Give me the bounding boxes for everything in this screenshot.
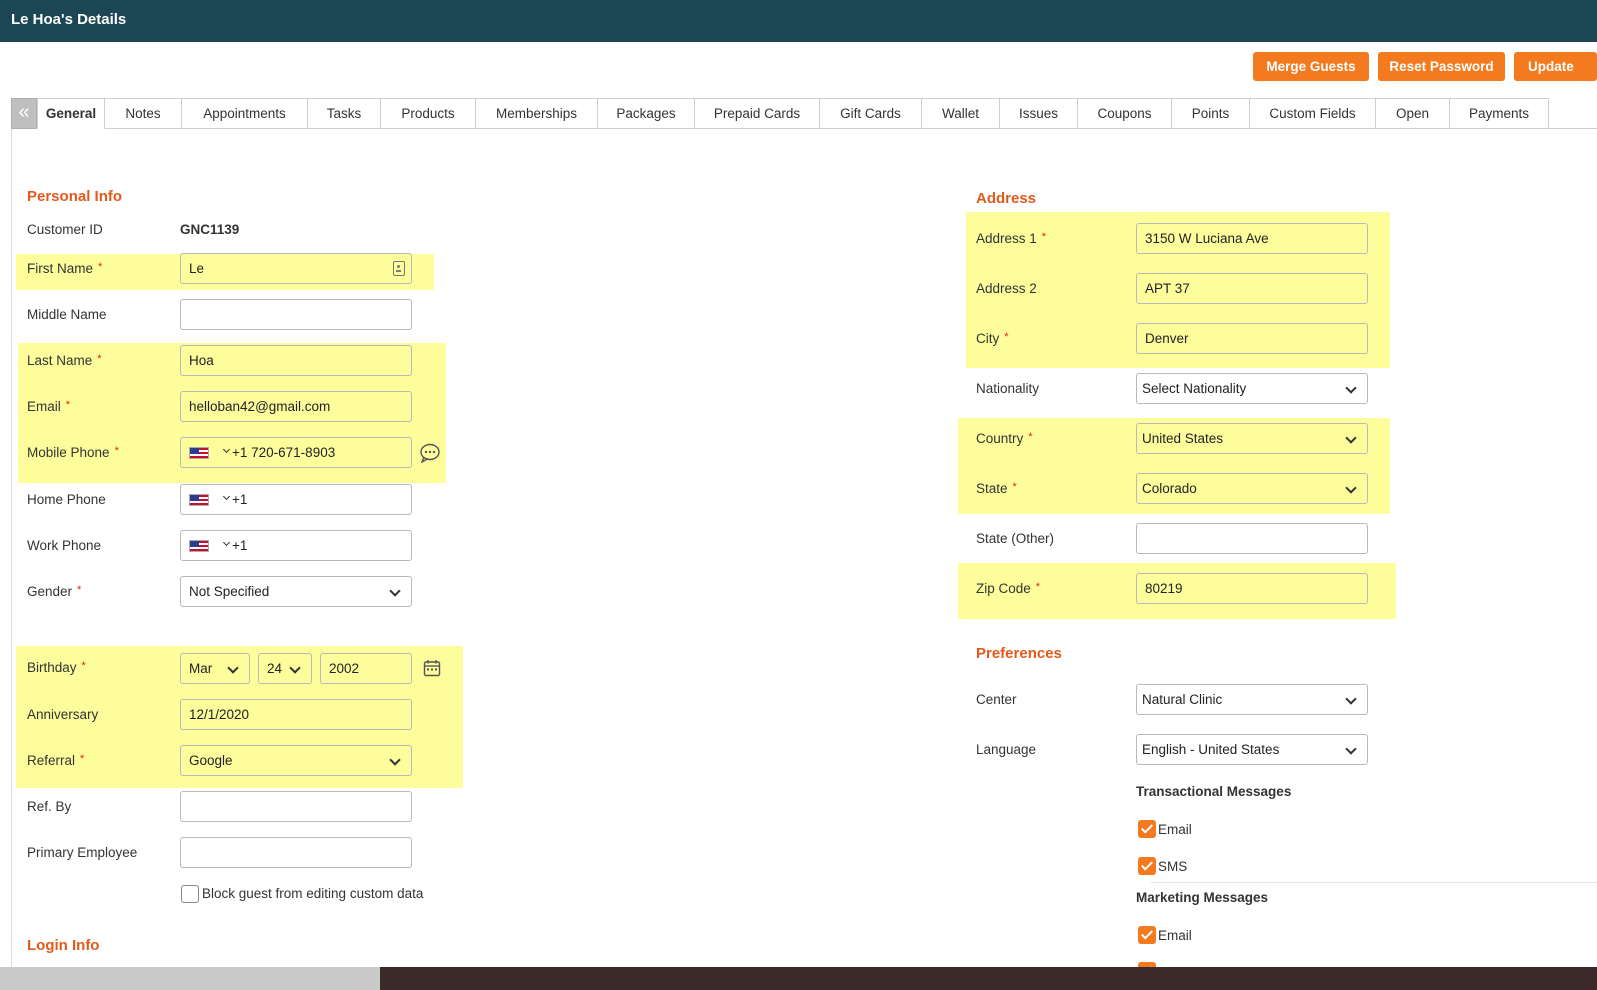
mobile-phone-label: Mobile Phone * <box>27 445 119 460</box>
tab-coupons[interactable]: Coupons <box>1078 98 1172 129</box>
tab-bar: « General Notes Appointments Tasks Produ… <box>11 98 1597 129</box>
tab-prepaid-cards[interactable]: Prepaid Cards <box>695 98 820 129</box>
tab-wallet[interactable]: Wallet <box>922 98 1000 129</box>
marketing-email-label: Email <box>1158 928 1192 943</box>
divider <box>1150 882 1597 883</box>
address1-label: Address 1 * <box>976 231 1047 246</box>
us-flag-icon[interactable] <box>189 494 209 506</box>
tab-notes[interactable]: Notes <box>105 98 182 129</box>
birthday-label: Birthday * <box>27 660 86 675</box>
tab-open[interactable]: Open <box>1376 98 1450 129</box>
block-guest-checkbox[interactable] <box>181 885 199 903</box>
customer-id-label: Customer ID <box>27 222 103 237</box>
state-select[interactable]: Colorado <box>1136 473 1368 504</box>
transactional-email-checkbox[interactable] <box>1138 820 1156 838</box>
email-input[interactable]: helloban42@gmail.com <box>180 391 412 422</box>
marketing-messages-title: Marketing Messages <box>1136 890 1269 905</box>
country-select[interactable]: United States <box>1136 423 1368 454</box>
primary-employee-label: Primary Employee <box>27 845 138 860</box>
state-other-input[interactable] <box>1136 523 1368 554</box>
tab-packages[interactable]: Packages <box>598 98 695 129</box>
center-select[interactable]: Natural Clinic <box>1136 684 1368 715</box>
first-name-label: First Name * <box>27 261 103 276</box>
city-label: City * <box>976 331 1009 346</box>
address2-input[interactable]: APT 37 <box>1136 273 1368 304</box>
tab-gift-cards[interactable]: Gift Cards <box>820 98 922 129</box>
address1-input[interactable]: 3150 W Luciana Ave <box>1136 223 1368 254</box>
block-guest-label: Block guest from editing custom data <box>202 886 424 901</box>
tab-issues[interactable]: Issues <box>1000 98 1078 129</box>
transactional-messages-title: Transactional Messages <box>1136 784 1292 799</box>
merge-guests-button[interactable]: Merge Guests <box>1253 52 1369 81</box>
first-name-input[interactable]: Le <box>180 253 412 284</box>
last-name-input[interactable]: Hoa <box>180 345 412 376</box>
us-flag-icon[interactable] <box>189 447 209 459</box>
country-label: Country * <box>976 431 1033 446</box>
transactional-sms-label: SMS <box>1158 859 1188 874</box>
home-phone-label: Home Phone <box>27 492 106 507</box>
page-title: Le Hoa's Details <box>11 11 127 28</box>
preferences-title: Preferences <box>976 645 1062 662</box>
chevron-down-icon[interactable] <box>222 445 231 454</box>
state-other-label: State (Other) <box>976 531 1055 546</box>
zip-code-label: Zip Code * <box>976 581 1041 596</box>
middle-name-label: Middle Name <box>27 307 107 322</box>
tab-payments[interactable]: Payments <box>1450 98 1549 129</box>
tab-appointments[interactable]: Appointments <box>182 98 308 129</box>
personal-info-title: Personal Info <box>27 188 123 205</box>
work-phone-input[interactable]: +1 <box>180 530 412 561</box>
tab-general[interactable]: General <box>37 98 105 129</box>
zip-code-input[interactable]: 80219 <box>1136 573 1368 604</box>
transactional-email-label: Email <box>1158 822 1192 837</box>
home-phone-input[interactable]: +1 <box>180 484 412 515</box>
anniversary-input[interactable]: 12/1/2020 <box>180 699 412 730</box>
tab-points[interactable]: Points <box>1172 98 1250 129</box>
content-border <box>11 129 12 990</box>
state-label: State * <box>976 481 1017 496</box>
mobile-phone-input[interactable]: +1 720-671-8903 <box>180 437 412 468</box>
language-select[interactable]: English - United States <box>1136 734 1368 765</box>
city-input[interactable]: Denver <box>1136 323 1368 354</box>
top-bar: Le Hoa's Details <box>0 0 1597 42</box>
transactional-sms-checkbox[interactable] <box>1138 857 1156 875</box>
calendar-icon[interactable] <box>423 659 441 677</box>
referral-select[interactable]: Google <box>180 745 412 776</box>
gender-select[interactable]: Not Specified <box>180 576 412 607</box>
bottom-bar <box>0 967 1597 990</box>
work-phone-label: Work Phone <box>27 538 102 553</box>
primary-employee-input[interactable] <box>180 837 412 868</box>
referral-label: Referral * <box>27 753 85 768</box>
tab-memberships[interactable]: Memberships <box>476 98 598 129</box>
ref-by-input[interactable] <box>180 791 412 822</box>
birth-month-select[interactable]: Mar <box>180 653 250 684</box>
login-info-title: Login Info <box>27 937 100 954</box>
language-label: Language <box>976 742 1037 757</box>
nationality-label: Nationality <box>976 381 1040 396</box>
birth-day-select[interactable]: 24 <box>258 653 312 684</box>
last-name-label: Last Name * <box>27 353 102 368</box>
chevron-down-icon[interactable] <box>222 492 231 501</box>
us-flag-icon[interactable] <box>189 540 209 552</box>
collapse-icon[interactable]: « <box>11 98 37 129</box>
reset-password-button[interactable]: Reset Password <box>1378 52 1505 81</box>
chat-bubble-icon[interactable] <box>419 443 441 463</box>
update-button[interactable]: Update <box>1514 52 1597 81</box>
anniversary-label: Anniversary <box>27 707 99 722</box>
marketing-email-checkbox[interactable] <box>1138 926 1156 944</box>
chevron-down-icon[interactable] <box>222 538 231 547</box>
ref-by-label: Ref. By <box>27 799 72 814</box>
birth-year-input[interactable]: 2002 <box>320 653 412 684</box>
address-title: Address <box>976 190 1037 207</box>
address2-label: Address 2 <box>976 281 1037 296</box>
center-label: Center <box>976 692 1017 707</box>
tab-tasks[interactable]: Tasks <box>308 98 381 129</box>
middle-name-input[interactable] <box>180 299 412 330</box>
customer-id-value: GNC1139 <box>180 222 240 237</box>
tab-custom-fields[interactable]: Custom Fields <box>1250 98 1376 129</box>
gender-label: Gender * <box>27 584 82 599</box>
nationality-select[interactable]: Select Nationality <box>1136 373 1368 404</box>
contact-card-icon[interactable] <box>393 261 405 276</box>
tab-products[interactable]: Products <box>381 98 476 129</box>
email-label: Email * <box>27 399 71 414</box>
